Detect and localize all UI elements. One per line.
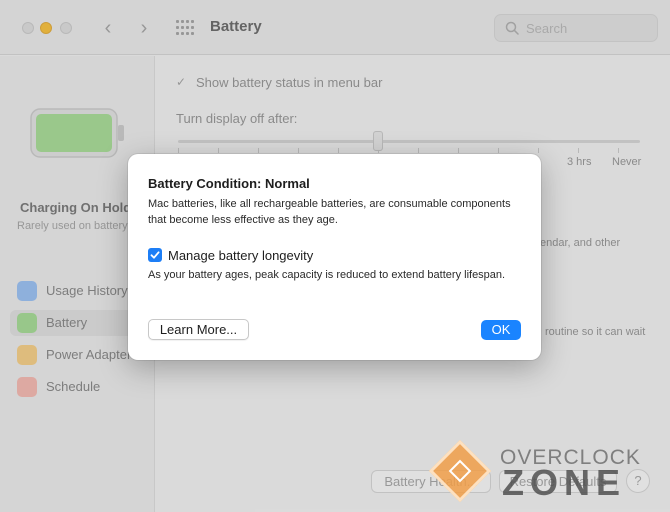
dialog-body: Mac batteries, like all rechargeable bat… xyxy=(148,198,511,226)
manage-longevity-checkbox[interactable] xyxy=(148,248,162,262)
battery-condition-dialog: Battery Condition: Normal Mac batteries,… xyxy=(128,154,541,360)
ok-button[interactable]: OK xyxy=(481,320,521,340)
system-preferences-window: ‹ › Battery Search Charging On Hold Rare… xyxy=(0,0,670,512)
watermark-text-zone: ZONE xyxy=(502,462,627,503)
dialog-title: Battery Condition: Normal xyxy=(148,176,310,191)
checkmark-icon xyxy=(150,251,160,259)
longevity-note: As your battery ages, peak capacity is r… xyxy=(148,269,506,281)
learn-more-button[interactable]: Learn More... xyxy=(148,319,249,340)
manage-longevity-label[interactable]: Manage battery longevity xyxy=(168,248,313,263)
